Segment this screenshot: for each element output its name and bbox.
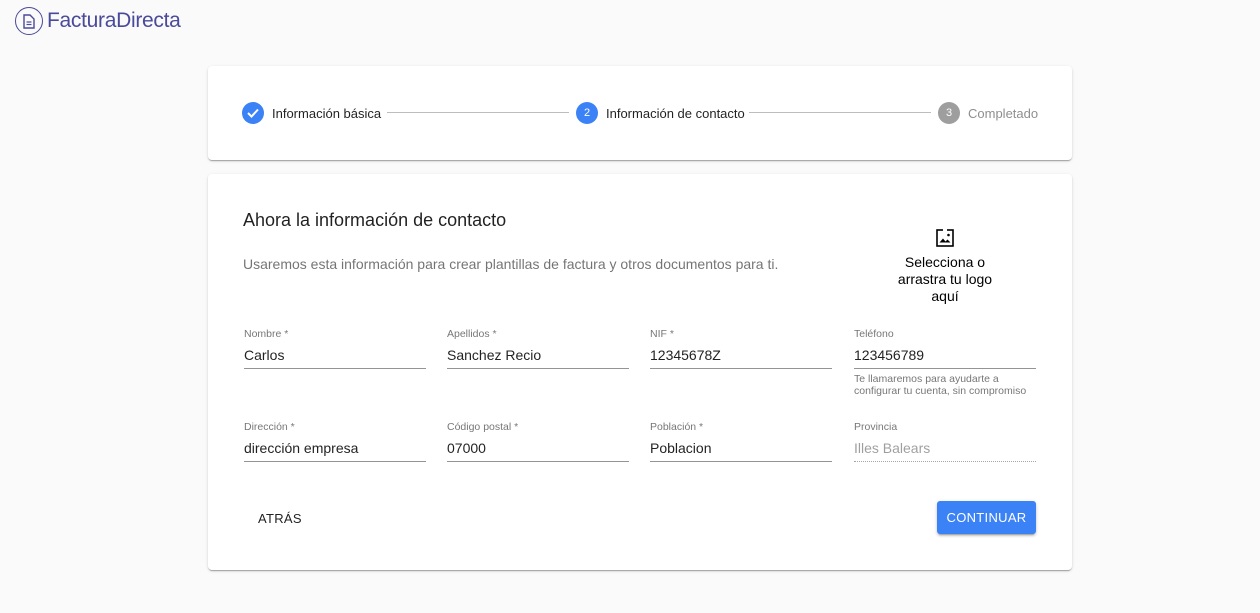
- step-connector: [387, 112, 569, 113]
- nif-input[interactable]: [650, 342, 832, 369]
- form-subtitle: Usaremos esta información para crear pla…: [243, 256, 779, 272]
- step-completed: 3 Completado: [938, 102, 1038, 124]
- nif-label: NIF *: [650, 328, 674, 340]
- poblacion-field: Población *: [650, 421, 832, 462]
- direccion-label: Dirección *: [244, 421, 295, 433]
- brand-name: FacturaDirecta: [47, 9, 181, 32]
- step-number: 2: [576, 102, 598, 124]
- contact-form-card: Ahora la información de contacto Usaremo…: [208, 174, 1072, 570]
- provincia-input: [854, 435, 1036, 462]
- apellidos-input[interactable]: [447, 342, 629, 369]
- step-basic-info: Información básica: [242, 102, 381, 124]
- telefono-label: Teléfono: [854, 328, 894, 340]
- continue-button[interactable]: CONTINUAR: [937, 501, 1036, 534]
- nombre-label: Nombre *: [244, 328, 289, 340]
- nombre-input[interactable]: [244, 342, 426, 369]
- provincia-label: Provincia: [854, 421, 898, 433]
- nombre-field: Nombre *: [244, 328, 426, 369]
- apellidos-label: Apellidos *: [447, 328, 497, 340]
- back-button[interactable]: ATRÁS: [244, 502, 316, 534]
- codigo-postal-field: Código postal *: [447, 421, 629, 462]
- step-contact-info: 2 Información de contacto: [576, 102, 745, 124]
- checkmark-icon: [242, 102, 264, 124]
- step-number: 3: [938, 102, 960, 124]
- stepper-card: Información básica 2 Información de cont…: [208, 66, 1072, 160]
- form-title: Ahora la información de contacto: [243, 210, 507, 230]
- poblacion-label: Población *: [650, 421, 704, 433]
- apellidos-field: Apellidos *: [447, 328, 629, 369]
- codigo-postal-label: Código postal *: [447, 421, 519, 433]
- poblacion-input[interactable]: [650, 435, 832, 462]
- nif-field: NIF *: [650, 328, 832, 369]
- provincia-field: Provincia: [854, 421, 1036, 462]
- brand-logo[interactable]: FacturaDirecta: [15, 5, 181, 37]
- step-label: Información de contacto: [606, 105, 745, 121]
- document-icon: [15, 7, 43, 35]
- step-label: Información básica: [272, 105, 382, 121]
- telefono-input[interactable]: [854, 342, 1036, 369]
- codigo-postal-input[interactable]: [447, 435, 629, 462]
- logo-upload-label: Selecciona o arrastra tu logo aquí: [897, 254, 993, 304]
- telefono-field: Teléfono Te llamaremos para ayudarte a c…: [854, 328, 1036, 397]
- step-connector: [749, 112, 931, 113]
- image-upload-icon: [935, 228, 955, 252]
- telefono-helper-text: Te llamaremos para ayudarte a configurar…: [854, 373, 1027, 397]
- direccion-input[interactable]: [244, 435, 426, 462]
- logo-upload-dropzone[interactable]: Selecciona o arrastra tu logo aquí: [888, 228, 1002, 305]
- direccion-field: Dirección *: [244, 421, 426, 462]
- step-label: Completado: [968, 105, 1039, 121]
